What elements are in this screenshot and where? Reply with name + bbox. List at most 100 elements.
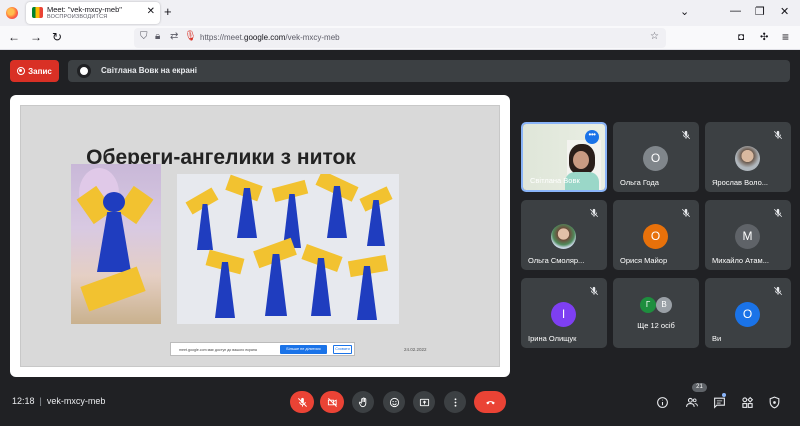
url-bar[interactable]: ⛉ 🔒︎ ⇄ 🎙︎ https://meet.google.com/vek-mx… <box>134 28 666 48</box>
participant-name: Світлана Вовк <box>530 176 580 185</box>
menu-icon[interactable]: ≡ <box>782 30 789 44</box>
self-tile[interactable]: О Ви <box>705 278 791 348</box>
participant-avatar: О <box>643 146 668 171</box>
participant-tile[interactable]: М Михайло Атам... <box>705 200 791 270</box>
url-text[interactable]: https://meet.google.com/vek-mxcy-meb <box>200 33 340 42</box>
new-tab-icon[interactable]: + <box>164 4 172 19</box>
record-icon <box>17 67 26 75</box>
more-participants-label: Ще 12 осіб <box>637 321 675 330</box>
more-options-button[interactable] <box>444 391 466 413</box>
participant-photo-avatar <box>551 224 576 249</box>
stop-sharing-button[interactable]: Більше не ділитися <box>280 345 327 354</box>
forward-icon[interactable]: → <box>30 30 42 44</box>
hide-notice-button[interactable]: Сховати <box>333 345 352 354</box>
present-icon <box>419 398 429 406</box>
tab-title: Meet: "vek-mxcy-meb" <box>47 5 122 14</box>
reload-icon[interactable]: ↻ <box>52 30 62 44</box>
reactions-button[interactable] <box>383 391 405 413</box>
firefox-logo-icon[interactable] <box>6 7 18 19</box>
browser-tab[interactable]: Meet: "vek-mxcy-meb" ВОСПРОИЗВОДИТСЯ ✕ <box>26 2 160 24</box>
participant-count-badge: 21 <box>692 383 707 392</box>
participant-name: Ярослав Воло... <box>712 178 769 187</box>
mic-off-icon <box>681 208 691 218</box>
raise-hand-icon <box>358 396 366 407</box>
self-name: Ви <box>712 334 722 343</box>
extensions-icon[interactable]: ✣ <box>760 32 768 43</box>
slide-photo-angel-hand <box>71 164 161 324</box>
participant-avatar: О <box>643 224 668 249</box>
raise-hand-button[interactable] <box>352 391 374 413</box>
more-options-icon[interactable]: ••• <box>585 130 599 144</box>
participant-name: Ольга Года <box>620 178 659 187</box>
participant-tile[interactable]: ••• Світлана Вовк <box>521 122 607 192</box>
participant-tile[interactable]: І Ірина Олищук <box>521 278 607 348</box>
slide-photo-angels-group <box>177 174 399 324</box>
pocket-icon[interactable]: ◘ <box>738 32 744 43</box>
tracking-shield-icon[interactable]: ⛉ <box>140 31 148 42</box>
meeting-details-icon[interactable] <box>656 396 669 409</box>
minimize-icon[interactable]: — <box>730 5 741 17</box>
hang-up-icon <box>485 400 495 404</box>
share-notice-text: meet.google.com має доступ до вашого екр… <box>179 348 257 352</box>
tab-close-icon[interactable]: ✕ <box>147 6 155 17</box>
mic-off-icon <box>589 286 599 296</box>
participant-tile[interactable]: О Орися Майор <box>613 200 699 270</box>
participant-avatar: М <box>735 224 760 249</box>
presentation-stage[interactable]: Обереги-ангелики з ниток meet.google.com… <box>10 95 510 377</box>
participant-tile[interactable]: Ярослав Воло... <box>705 122 791 192</box>
recording-label: Запис <box>28 66 52 76</box>
participant-photo-avatar <box>735 146 760 171</box>
mic-off-icon <box>681 130 691 140</box>
participant-name: Михайло Атам... <box>712 256 769 265</box>
chat-icon[interactable] <box>713 396 726 409</box>
microphone-in-use-icon[interactable]: 🎙︎ <box>184 31 197 42</box>
screen-share-notice: meet.google.com має доступ до вашого екр… <box>170 342 355 356</box>
participant-mini-avatar: В <box>656 297 672 313</box>
meeting-info: 12:18 | vek-mxcy-meb <box>12 396 106 406</box>
presenting-banner: Світлана Вовк на екрані <box>68 60 790 82</box>
presenting-text: Світлана Вовк на екрані <box>101 66 197 75</box>
tab-audio-status: ВОСПРОИЗВОДИТСЯ <box>47 14 108 20</box>
camera-off-icon <box>327 397 337 407</box>
browser-nav-bar: ← → ↻ ⛉ 🔒︎ ⇄ 🎙︎ https://meet.google.com/… <box>0 26 800 50</box>
meeting-time: 12:18 <box>12 396 35 406</box>
close-window-icon[interactable]: ✕ <box>780 5 789 18</box>
permissions-icon[interactable]: ⇄ <box>170 31 178 42</box>
participant-mini-avatar: Г <box>640 297 656 313</box>
participant-name: Ольга Смоляр... <box>528 256 585 265</box>
mic-off-icon <box>589 208 599 218</box>
leave-call-button[interactable] <box>474 391 506 413</box>
participant-name: Орися Майор <box>620 256 668 265</box>
slide-date: 24.02.2022 <box>404 347 427 352</box>
meet-favicon-icon <box>32 7 43 18</box>
shared-slide: Обереги-ангелики з ниток meet.google.com… <box>20 105 500 367</box>
emoji-icon <box>389 397 399 407</box>
recording-button[interactable]: Запис <box>10 60 59 82</box>
restore-icon[interactable]: ❐ <box>755 5 765 18</box>
mic-off-icon <box>773 208 783 218</box>
activities-icon[interactable] <box>741 396 754 409</box>
participant-tile[interactable]: Ольга Смоляр... <box>521 200 607 270</box>
host-controls-icon[interactable] <box>768 396 781 409</box>
meeting-code: vek-mxcy-meb <box>46 396 106 406</box>
self-avatar: О <box>735 302 760 327</box>
participant-name: Ірина Олищук <box>528 334 577 343</box>
lock-icon[interactable]: 🔒︎ <box>155 31 160 42</box>
mic-off-icon <box>297 397 307 407</box>
back-icon[interactable]: ← <box>8 30 20 44</box>
bookmark-star-icon[interactable]: ☆ <box>650 31 659 42</box>
browser-tab-bar: Meet: "vek-mxcy-meb" ВОСПРОИЗВОДИТСЯ ✕ +… <box>0 0 800 26</box>
presenter-avatar <box>77 64 91 78</box>
present-screen-button[interactable] <box>413 391 435 413</box>
chat-notification-dot <box>722 393 726 397</box>
mic-off-icon <box>773 286 783 296</box>
people-icon[interactable] <box>685 396 699 409</box>
mic-toggle-button[interactable] <box>290 391 314 413</box>
participant-tile[interactable]: О Ольга Года <box>613 122 699 192</box>
participant-avatar: І <box>551 302 576 327</box>
more-participants-tile[interactable]: Г В Ще 12 осіб <box>613 278 699 348</box>
tab-list-chevron-icon[interactable]: ⌄ <box>680 5 689 18</box>
camera-toggle-button[interactable] <box>320 391 344 413</box>
mic-off-icon <box>773 130 783 140</box>
more-vert-icon <box>454 397 456 407</box>
